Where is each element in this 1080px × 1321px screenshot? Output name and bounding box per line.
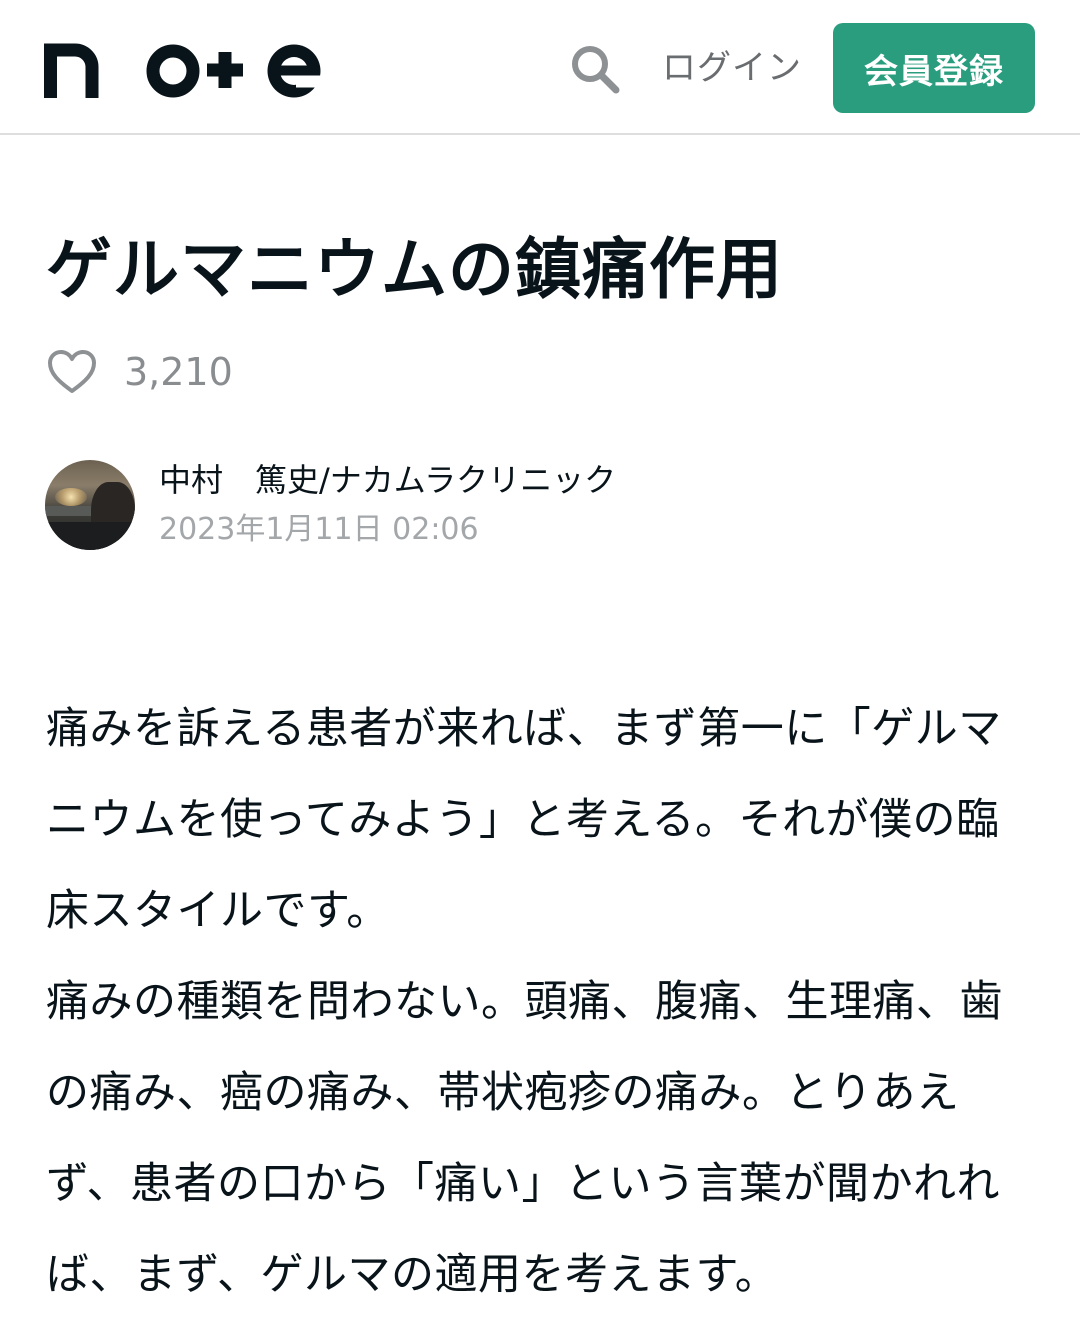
avatar-foreground bbox=[45, 522, 135, 550]
author-name[interactable]: 中村 篤史/ナカムラクリニック bbox=[159, 457, 616, 503]
signup-button[interactable]: 会員登録 bbox=[833, 23, 1035, 113]
article-body: 痛みを訴える患者が来れば、まず第一に「ゲルマニウムを使ってみよう」と考える。それ… bbox=[46, 684, 1038, 1321]
like-section: 3,210 bbox=[46, 344, 233, 400]
heart-icon-graphic bbox=[48, 350, 96, 393]
note-logo-mark bbox=[44, 43, 322, 98]
search-button[interactable] bbox=[566, 40, 624, 98]
heart-outline-icon[interactable] bbox=[46, 346, 100, 398]
avatar[interactable] bbox=[45, 460, 135, 550]
login-link[interactable]: ログイン bbox=[662, 44, 802, 92]
paragraph: 痛みを訴える患者が来れば、まず第一に「ゲルマニウムを使ってみよう」と考える。それ… bbox=[46, 704, 1002, 936]
avatar-sunset bbox=[55, 488, 87, 506]
search-icon bbox=[572, 46, 620, 94]
like-count: 3,210 bbox=[124, 350, 233, 394]
post-date: 2023年1月11日 02:06 bbox=[159, 512, 479, 547]
paragraph: 痛みの種類を問わない。頭痛、腹痛、生理痛、歯の痛み、癌の痛み、帯状疱疹の痛み。と… bbox=[46, 977, 1003, 1300]
article-title: ゲルマニウムの鎮痛作用 bbox=[46, 231, 783, 308]
site-header: ログイン 会員登録 bbox=[0, 0, 1080, 135]
author-block: 中村 篤史/ナカムラクリニック 2023年1月11日 02:06 bbox=[45, 459, 616, 551]
note-logo[interactable] bbox=[44, 40, 322, 98]
author-meta: 中村 篤史/ナカムラクリニック 2023年1月11日 02:06 bbox=[159, 457, 616, 553]
